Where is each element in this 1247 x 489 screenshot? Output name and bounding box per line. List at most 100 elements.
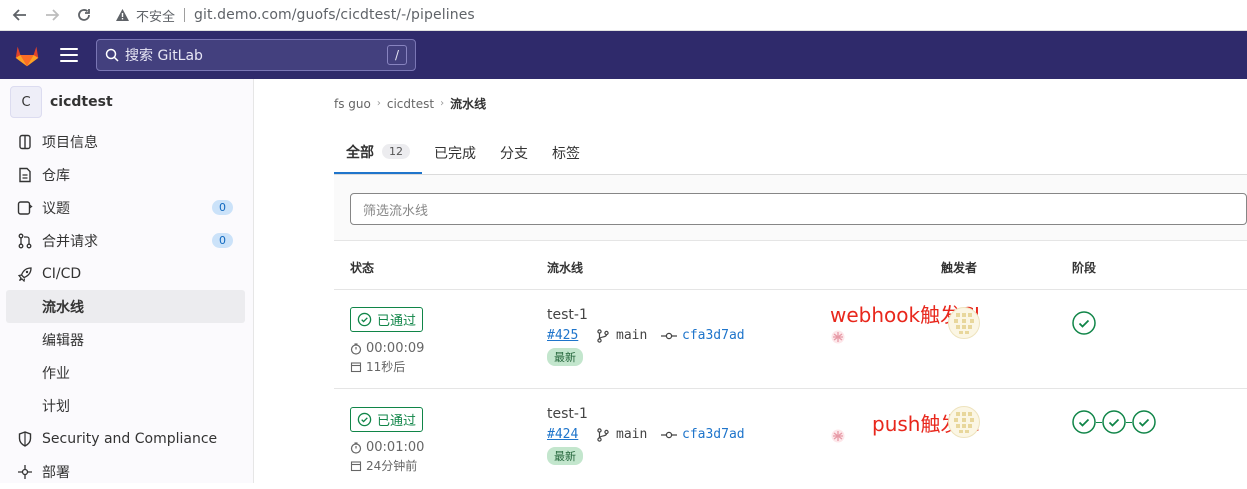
sidebar-item-label: 议题 [42, 200, 70, 217]
column-header-triggerer: 触发者 [941, 261, 978, 275]
latest-badge: 最新 [547, 447, 583, 465]
latest-badge: 最新 [547, 348, 583, 366]
status-passed-badge[interactable]: 已通过 [350, 307, 424, 332]
commit-ref[interactable]: cfa3d7ad [661, 328, 745, 343]
branch-icon [597, 427, 609, 442]
search-icon [105, 48, 119, 62]
sidebar-subitem-pipelines[interactable]: 流水线 [6, 290, 245, 323]
duration: 00:00:09 [350, 341, 424, 356]
branch-name: main [616, 427, 648, 442]
sidebar-item-deployments[interactable]: 部署 [0, 455, 253, 488]
rocket-icon [17, 266, 33, 282]
finished-value: 11秒后 [366, 360, 406, 374]
commit-sha: cfa3d7ad [682, 328, 745, 343]
sidebar-subitem-schedules[interactable]: 计划 [0, 389, 253, 422]
chevron-right-icon: › [376, 98, 381, 109]
finished-time: 11秒后 [350, 358, 405, 375]
status-label: 已通过 [377, 314, 417, 329]
stage-passed-icon[interactable] [1102, 410, 1126, 434]
search-placeholder: 搜索 GitLab [125, 48, 203, 64]
branch-icon [597, 328, 609, 343]
table-header: 状态 流水线 触发者 阶段 [334, 241, 1247, 290]
finished-value: 24分钟前 [366, 459, 418, 473]
stage-passed-icon[interactable] [1072, 311, 1096, 335]
tab-count-badge: 12 [382, 144, 410, 159]
gitlab-header: 搜索 GitLab / [0, 31, 1247, 79]
search-shortcut-key: / [387, 45, 407, 65]
sidebar-subitem-editor[interactable]: 编辑器 [0, 323, 253, 356]
breadcrumb-current[interactable]: 流水线 [450, 95, 486, 112]
search-input[interactable]: 搜索 GitLab / [96, 39, 416, 71]
pipeline-tabs: 全部 12 已完成 分支 标签 [334, 131, 1247, 175]
repository-icon [17, 167, 33, 183]
sidebar-item-label: 部署 [42, 464, 70, 481]
commit-author-avatar[interactable] [831, 429, 845, 443]
branch-ref[interactable]: main [596, 328, 647, 343]
project-info-icon [17, 134, 33, 150]
filter-pipelines-input[interactable]: 筛选流水线 [350, 193, 1247, 225]
commit-author-avatar[interactable] [831, 330, 845, 344]
calendar-icon [350, 460, 362, 471]
commit-ref[interactable]: cfa3d7ad [661, 427, 745, 442]
sidebar-item-merge-requests[interactable]: 合并请求 0 [0, 224, 253, 257]
project-header[interactable]: C cicdtest [0, 79, 253, 125]
sidebar-item-project-info[interactable]: 项目信息 [0, 125, 253, 158]
commit-sha: cfa3d7ad [682, 427, 745, 442]
address-divider [184, 8, 186, 22]
duration-value: 00:01:00 [366, 440, 425, 455]
reload-icon[interactable] [68, 3, 100, 27]
triggerer-avatar[interactable] [948, 406, 980, 438]
tab-tags[interactable]: 标签 [540, 131, 592, 174]
triggerer-avatar[interactable] [948, 307, 980, 339]
deployments-icon [17, 464, 33, 480]
sidebar-item-issues[interactable]: 议题 0 [0, 191, 253, 224]
back-arrow-icon[interactable] [4, 3, 36, 27]
stages-indicator [1072, 311, 1096, 335]
sidebar-item-security[interactable]: Security and Compliance [0, 422, 253, 455]
breadcrumb-item[interactable]: fs guo [334, 97, 371, 111]
sidebar-item-label: Security and Compliance [42, 430, 218, 447]
pipeline-id-link[interactable]: #424 [547, 427, 578, 442]
stage-passed-icon[interactable] [1072, 410, 1096, 434]
sidebar-item-label: 仓库 [42, 167, 70, 184]
address-bar[interactable]: 不安全 git.demo.com/guofs/cicdtest/-/pipeli… [114, 6, 475, 25]
table-row: 已通过 00:00:09 11秒后 test-1 #425 main cfa3d… [334, 290, 1247, 389]
gitlab-logo-icon[interactable] [12, 40, 42, 70]
status-passed-badge[interactable]: 已通过 [350, 407, 424, 432]
menu-icon[interactable] [60, 48, 78, 62]
table-row: 已通过 00:01:00 24分钟前 test-1 #424 main cfa3… [334, 390, 1247, 489]
url-text[interactable]: git.demo.com/guofs/cicdtest/-/pipelines [194, 7, 475, 23]
issues-count-badge: 0 [212, 200, 233, 215]
column-header-pipeline: 流水线 [547, 261, 584, 275]
sidebar-item-repository[interactable]: 仓库 [0, 158, 253, 191]
breadcrumb-item[interactable]: cicdtest [387, 97, 434, 111]
project-sidebar: C cicdtest 项目信息 仓库 议题 0 合并请求 0 CI/CD 流水线… [0, 79, 254, 483]
breadcrumb: fs guo › cicdtest › 流水线 [334, 95, 486, 112]
tab-branches[interactable]: 分支 [488, 131, 540, 174]
pipeline-name: test-1 [547, 307, 588, 323]
main-content: fs guo › cicdtest › 流水线 全部 12 已完成 分支 标签 … [254, 79, 1247, 483]
branch-name: main [616, 328, 648, 343]
forward-arrow-icon[interactable] [36, 3, 68, 27]
tab-label: 全部 [346, 144, 374, 161]
project-avatar: C [10, 86, 42, 118]
check-circle-icon [357, 312, 372, 327]
column-header-status: 状态 [350, 261, 375, 275]
filter-bar: 筛选流水线 [334, 175, 1247, 241]
status-label: 已通过 [377, 414, 417, 429]
branch-ref[interactable]: main [596, 427, 647, 442]
tab-finished[interactable]: 已完成 [422, 131, 488, 174]
pipeline-id-link[interactable]: #425 [547, 328, 578, 343]
sidebar-subitem-jobs[interactable]: 作业 [0, 356, 253, 389]
stage-passed-icon[interactable] [1132, 410, 1156, 434]
sidebar-item-label: CI/CD [42, 265, 82, 282]
shield-icon [17, 430, 33, 447]
browser-toolbar: 不安全 git.demo.com/guofs/cicdtest/-/pipeli… [0, 0, 1247, 31]
chevron-right-icon: › [440, 98, 445, 109]
merge-requests-count-badge: 0 [212, 233, 233, 248]
tab-all[interactable]: 全部 12 [334, 131, 422, 174]
sidebar-item-cicd[interactable]: CI/CD [0, 257, 253, 290]
column-header-stages: 阶段 [1072, 261, 1097, 275]
commit-icon [661, 332, 677, 339]
merge-request-icon [17, 233, 33, 249]
